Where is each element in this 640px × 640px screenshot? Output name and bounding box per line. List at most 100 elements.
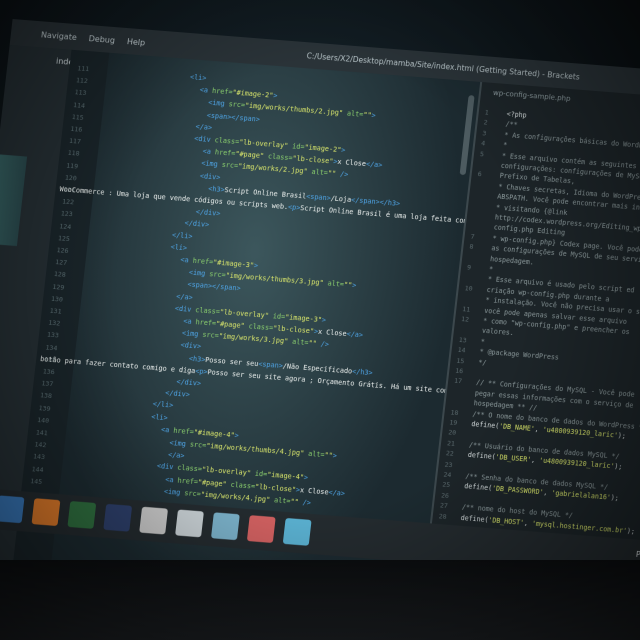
- line-number: 141: [35, 428, 49, 438]
- right-line-number: 25: [441, 480, 451, 490]
- line-number: 112: [75, 76, 89, 86]
- code-line: <li>: [170, 242, 188, 253]
- line-number: 137: [41, 379, 54, 389]
- right-line-number: 28: [438, 511, 448, 521]
- right-line-number: 13: [458, 335, 468, 345]
- line-number: 128: [53, 270, 67, 280]
- right-line-number: 12: [460, 315, 470, 324]
- app5-icon[interactable]: [246, 515, 276, 544]
- tray-language[interactable]: PT: [635, 550, 640, 560]
- line-number: 127: [54, 258, 68, 268]
- right-code-line: valores.: [481, 327, 515, 338]
- photoshop-icon[interactable]: [103, 503, 133, 532]
- line-number: 145: [29, 476, 43, 486]
- sidebar-strip: [0, 154, 28, 247]
- line-number: 138: [39, 391, 53, 401]
- code-line: <div>: [180, 341, 202, 352]
- right-line-number: 5: [479, 149, 485, 159]
- code-line: </li>: [152, 400, 174, 411]
- right-code-line: <?php: [506, 110, 527, 120]
- app2-icon[interactable]: [139, 506, 169, 535]
- code-line: <a href="#image-4">: [160, 425, 240, 440]
- line-number: 132: [47, 318, 61, 328]
- right-code-line: *: [488, 265, 494, 274]
- code-line: <a href="#image-2">: [199, 86, 278, 101]
- line-number: 122: [61, 197, 75, 207]
- line-number: 130: [50, 294, 64, 304]
- code-line: </div>: [175, 378, 202, 388]
- code-line: <img src="img/works/thumbs/4.jpg" alt=""…: [169, 438, 338, 460]
- right-line-number: 18: [450, 408, 459, 417]
- right-line-number: 4: [480, 139, 486, 148]
- code-line: <li>: [189, 73, 207, 83]
- code-line: </li>: [171, 230, 193, 241]
- right-line-number: 14: [457, 346, 466, 355]
- line-number: 120: [64, 173, 78, 183]
- line-number: 136: [42, 367, 56, 377]
- right-code-line: * @package WordPress: [479, 347, 560, 363]
- line-number: 143: [32, 452, 46, 462]
- code-line: <span></span>: [187, 280, 241, 294]
- line-number: 139: [38, 403, 51, 413]
- app-icon[interactable]: [67, 501, 97, 529]
- line-number: 133: [46, 331, 60, 340]
- line-number: 144: [31, 464, 44, 474]
- line-number: 125: [57, 234, 71, 243]
- right-line-number: 6: [477, 170, 483, 179]
- right-line-number: 10: [464, 284, 474, 293]
- line-number: 113: [74, 88, 87, 98]
- right-pane-tab[interactable]: wp-config-sample.php: [493, 89, 571, 103]
- right-line-number: 8: [469, 242, 474, 252]
- right-line-number: 15: [456, 356, 465, 366]
- line-number: 126: [56, 246, 69, 256]
- photo: Navigate Debug Help C:/Users/X2/Desktop/…: [0, 0, 640, 640]
- right-line-number: 27: [439, 501, 449, 510]
- right-line-number: 3: [481, 129, 487, 138]
- right-code-line: *: [502, 141, 508, 150]
- laptop-screen: Navigate Debug Help C:/Users/X2/Desktop/…: [0, 19, 640, 633]
- right-line-number: 22: [445, 449, 455, 459]
- right-code-line: hospedagem.: [489, 254, 535, 267]
- code-line: </div>: [184, 219, 210, 230]
- right-line-number: 2: [483, 118, 488, 127]
- right-line-number: 16: [454, 366, 464, 376]
- right-code-line: * As configurações básicas do WordPress.: [503, 130, 640, 152]
- code-line: <div>: [199, 171, 221, 182]
- right-line-number: 20: [447, 428, 457, 438]
- line-number: 115: [71, 112, 85, 122]
- app4-icon[interactable]: [210, 512, 240, 541]
- right-line-number: 21: [446, 439, 456, 448]
- line-number: 140: [36, 416, 50, 425]
- code-line: </a>: [167, 450, 185, 461]
- line-number: 123: [60, 209, 73, 219]
- menu-help[interactable]: Help: [126, 37, 145, 47]
- code-line: </div>: [195, 208, 221, 219]
- right-line-number: 9: [466, 263, 472, 272]
- menu-debug[interactable]: Debug: [88, 34, 115, 45]
- code-line: </a>: [175, 292, 194, 302]
- code-line: <span></span>: [206, 111, 261, 124]
- right-code-line: *: [480, 337, 486, 346]
- line-number: 142: [34, 440, 47, 450]
- menu-navigate[interactable]: Navigate: [41, 30, 78, 42]
- code-line: </div>: [164, 389, 191, 400]
- start-icon[interactable]: [0, 495, 25, 524]
- right-line-number: 17: [453, 377, 463, 386]
- browser-icon[interactable]: [31, 498, 61, 527]
- line-number: 111: [76, 64, 90, 74]
- laptop-bezel: [0, 560, 640, 640]
- line-number: 114: [72, 100, 86, 110]
- right-line-number: 19: [448, 418, 458, 428]
- right-line-number: 24: [443, 470, 452, 479]
- app6-icon[interactable]: [282, 517, 312, 546]
- line-number: 134: [45, 343, 58, 353]
- right-line-number: 23: [444, 459, 453, 469]
- app3-icon[interactable]: [175, 509, 204, 538]
- line-number: 118: [67, 149, 80, 159]
- line-number: 131: [49, 306, 62, 316]
- line-number: 119: [65, 161, 79, 171]
- code-line: <li>: [150, 412, 169, 423]
- right-line-number: 26: [440, 490, 450, 500]
- code-line: <a href="#image-3">: [180, 255, 259, 271]
- line-number: 129: [52, 282, 65, 292]
